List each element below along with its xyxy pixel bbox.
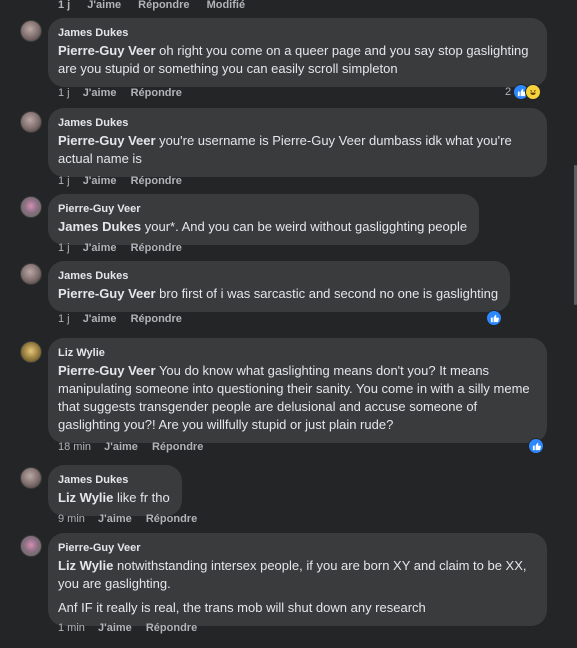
comment-text: Pierre-Guy Veer oh right you come on a q… bbox=[58, 42, 535, 78]
avatar[interactable] bbox=[20, 535, 42, 557]
comment-bubble: Pierre-Guy Veer Liz Wylie notwithstandin… bbox=[48, 533, 547, 626]
comment-time[interactable]: 9 min bbox=[58, 513, 85, 525]
reaction-summary[interactable] bbox=[486, 310, 502, 326]
comment-time[interactable]: 1 j bbox=[58, 313, 70, 325]
reply-link[interactable]: Répondre bbox=[138, 0, 189, 11]
comment-text: Liz Wylie like fr tho bbox=[58, 489, 170, 507]
edited-label: Modifié bbox=[206, 0, 246, 11]
like-link[interactable]: J'aime bbox=[87, 0, 121, 11]
previous-comment-actions: 1 j J'aime Répondre Modifié bbox=[58, 0, 259, 11]
reply-link[interactable]: Répondre bbox=[146, 622, 197, 634]
like-link[interactable]: J'aime bbox=[83, 87, 117, 99]
comment-author[interactable]: Pierre-Guy Veer bbox=[58, 541, 535, 555]
mention-link[interactable]: Pierre-Guy Veer bbox=[58, 286, 156, 301]
like-link[interactable]: J'aime bbox=[104, 441, 138, 453]
comment-author[interactable]: James Dukes bbox=[58, 116, 535, 130]
comment-text: Pierre-Guy Veer you're username is Pierr… bbox=[58, 132, 535, 168]
reply-link[interactable]: Répondre bbox=[131, 87, 182, 99]
comment-actions: 1 j J'aime Répondre bbox=[58, 175, 193, 187]
reaction-count: 2 bbox=[505, 86, 512, 98]
mention-link[interactable]: Pierre-Guy Veer bbox=[58, 43, 156, 58]
mention-link[interactable]: Pierre-Guy Veer bbox=[58, 133, 156, 148]
reaction-summary[interactable] bbox=[528, 438, 544, 454]
like-icon bbox=[528, 438, 544, 454]
reaction-summary[interactable]: 2 bbox=[505, 84, 542, 100]
comment-thread: 1 j J'aime Répondre Modifié James Dukes … bbox=[0, 0, 577, 648]
comment-bubble: James Dukes Pierre-Guy Veer oh right you… bbox=[48, 18, 547, 87]
comment-time[interactable]: 1 j bbox=[58, 0, 70, 11]
avatar[interactable] bbox=[20, 467, 42, 489]
comment-time[interactable]: 1 j bbox=[58, 87, 70, 99]
comment-time[interactable]: 1 j bbox=[58, 175, 70, 187]
comment-author[interactable]: James Dukes bbox=[58, 269, 498, 283]
comment-time[interactable]: 1 min bbox=[58, 622, 85, 634]
like-icon bbox=[486, 310, 502, 326]
avatar[interactable] bbox=[20, 20, 42, 42]
comment-actions: 1 min J'aime Répondre bbox=[58, 622, 208, 634]
comment-text: Pierre-Guy Veer bro first of i was sarca… bbox=[58, 285, 498, 303]
avatar[interactable] bbox=[20, 111, 42, 133]
avatar[interactable] bbox=[20, 341, 42, 363]
comment-text: Liz Wylie notwithstanding intersex peopl… bbox=[58, 557, 535, 617]
comment-actions: 1 j J'aime Répondre bbox=[58, 313, 193, 325]
comment-time[interactable]: 1 j bbox=[58, 242, 70, 254]
comment-actions: 9 min J'aime Répondre bbox=[58, 513, 208, 525]
comment-author[interactable]: Liz Wylie bbox=[58, 346, 535, 360]
comment-bubble: Pierre-Guy Veer James Dukes your*. And y… bbox=[48, 194, 480, 245]
reply-link[interactable]: Répondre bbox=[131, 242, 182, 254]
comment-body: notwithstanding intersex people, if you … bbox=[58, 558, 527, 591]
comment-text: Pierre-Guy Veer You do know what gasligh… bbox=[58, 362, 535, 434]
mention-link[interactable]: James Dukes bbox=[58, 219, 141, 234]
like-link[interactable]: J'aime bbox=[98, 513, 132, 525]
mention-link[interactable]: Pierre-Guy Veer bbox=[58, 363, 156, 378]
comment-actions: 1 j J'aime Répondre bbox=[58, 87, 193, 99]
comment-author[interactable]: James Dukes bbox=[58, 473, 170, 487]
comment-bubble: James Dukes Liz Wylie like fr tho bbox=[48, 465, 182, 516]
comment-text: James Dukes your*. And you can be weird … bbox=[58, 218, 467, 236]
avatar[interactable] bbox=[20, 196, 42, 218]
comment-author[interactable]: Pierre-Guy Veer bbox=[58, 202, 467, 216]
reply-link[interactable]: Répondre bbox=[131, 175, 182, 187]
like-link[interactable]: J'aime bbox=[83, 175, 117, 187]
avatar[interactable] bbox=[20, 263, 42, 285]
comment-body: bro first of i was sarcastic and second … bbox=[155, 286, 499, 301]
mention-link[interactable]: Liz Wylie bbox=[58, 558, 113, 573]
comment-author[interactable]: James Dukes bbox=[58, 26, 535, 40]
comment-body-second-paragraph: Anf IF it really is real, the trans mob … bbox=[58, 600, 426, 615]
like-link[interactable]: J'aime bbox=[83, 313, 117, 325]
comment-bubble: James Dukes Pierre-Guy Veer bro first of… bbox=[48, 261, 511, 312]
comment-body: like fr tho bbox=[113, 490, 170, 505]
haha-icon bbox=[525, 84, 542, 100]
comment-time[interactable]: 18 min bbox=[58, 441, 91, 453]
mention-link[interactable]: Liz Wylie bbox=[58, 490, 113, 505]
reply-link[interactable]: Répondre bbox=[146, 513, 197, 525]
reply-link[interactable]: Répondre bbox=[152, 441, 203, 453]
comment-actions: 18 min J'aime Répondre bbox=[58, 441, 214, 453]
comment-bubble: Liz Wylie Pierre-Guy Veer You do know wh… bbox=[48, 338, 547, 443]
comment-actions: 1 j J'aime Répondre bbox=[58, 242, 193, 254]
comment-body: your*. And you can be weird without gasl… bbox=[141, 219, 468, 234]
like-link[interactable]: J'aime bbox=[83, 242, 117, 254]
comment-bubble: James Dukes Pierre-Guy Veer you're usern… bbox=[48, 108, 547, 177]
reply-link[interactable]: Répondre bbox=[131, 313, 182, 325]
like-link[interactable]: J'aime bbox=[98, 622, 132, 634]
